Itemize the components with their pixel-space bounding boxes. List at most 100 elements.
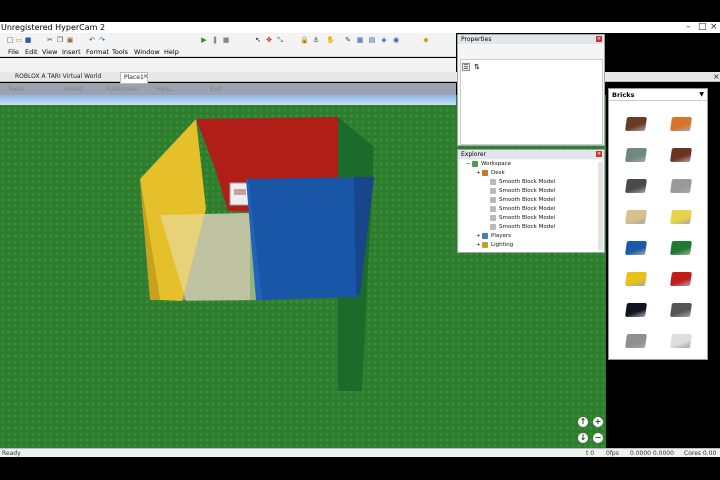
bricks-panel: Bricks ▼ (608, 88, 708, 360)
surface-icon[interactable]: ◈ (380, 36, 388, 44)
status-t: t 0 (586, 450, 595, 457)
redo-icon[interactable]: ↷ (98, 36, 106, 44)
explorer-item[interactable]: Smooth Block Model (484, 214, 555, 223)
lock-icon[interactable]: 🔒 (300, 36, 309, 44)
new-file-icon[interactable]: □ (6, 36, 14, 44)
menu-insert[interactable]: Insert (62, 48, 81, 57)
brick-swatch[interactable] (625, 272, 647, 286)
menu-edit[interactable]: Edit (25, 48, 38, 57)
properties-grid[interactable] (460, 59, 603, 145)
explorer-item[interactable]: + Desk (476, 169, 505, 178)
gui-tools-button[interactable]: Tools (8, 83, 24, 95)
model-icon (490, 214, 496, 221)
explorer-item[interactable]: + Lighting (476, 241, 513, 250)
menu-file[interactable]: File (8, 48, 19, 57)
bricks-title: Bricks (609, 89, 707, 101)
sort-alphabetical-icon[interactable]: ⇅ (474, 63, 480, 71)
model-icon (482, 169, 488, 176)
explorer-item-label: Smooth Block Model (499, 215, 556, 221)
explorer-item[interactable]: Smooth Block Model (484, 187, 555, 196)
explorer-item[interactable]: + Players (476, 232, 511, 241)
status-cores: Cores 0.00 (684, 450, 717, 457)
model-icon (490, 187, 496, 194)
brick-swatch[interactable] (670, 241, 692, 255)
anchor-icon[interactable]: ⚓ (312, 36, 320, 44)
model-icon (482, 232, 488, 239)
brick-swatch[interactable] (670, 179, 692, 193)
play-icon[interactable]: ▶ (200, 36, 208, 44)
brick-swatch[interactable] (625, 334, 647, 348)
undo-icon[interactable]: ↶ (88, 36, 96, 44)
status-bar: Ready t 0 0fps 0.0000 0.0000 Cores 0.00 (0, 448, 720, 457)
status-fps: 0fps (606, 450, 619, 457)
camera-down-icon[interactable]: ↓ (578, 433, 588, 443)
brick-swatch[interactable] (625, 179, 647, 193)
explorer-close-icon[interactable]: × (596, 151, 602, 157)
menu-format[interactable]: Format (86, 48, 109, 57)
gui-help-button[interactable]: Help... (156, 83, 177, 95)
menu-tools[interactable]: Tools (112, 48, 128, 57)
fill-icon[interactable]: ◆ (422, 36, 430, 44)
open-icon[interactable]: ▭ (15, 36, 23, 44)
viewport-close-icon[interactable]: × (710, 72, 720, 82)
cut-icon[interactable]: ✂ (46, 36, 54, 44)
pause-icon[interactable]: ❚ (211, 36, 219, 44)
ungroup-icon[interactable]: ▤ (368, 36, 376, 44)
brick-swatch[interactable] (670, 334, 692, 348)
brick-swatch[interactable] (670, 303, 692, 317)
gui-fullscreen-button[interactable]: Fullscreen (106, 83, 139, 95)
properties-close-icon[interactable]: × (596, 36, 602, 42)
select-tool-icon[interactable]: ↖ (254, 36, 262, 44)
title-bar: Unregistered HyperCam 2 – □ × (0, 22, 720, 33)
explorer-title: Explorer (458, 150, 604, 159)
brick-swatch[interactable] (625, 148, 647, 162)
explorer-item[interactable]: Smooth Block Model (484, 178, 555, 187)
explorer-item[interactable]: − Workspace (466, 160, 511, 169)
drag-icon[interactable]: ✋ (326, 36, 335, 44)
gui-insert-button[interactable]: Insert (64, 83, 83, 95)
menu-help[interactable]: Help (164, 48, 179, 57)
menu-view[interactable]: View (42, 48, 57, 57)
close-icon[interactable]: × (710, 22, 718, 33)
window-title: Unregistered HyperCam 2 (1, 23, 106, 32)
brick-swatch[interactable] (625, 210, 647, 224)
3d-viewport[interactable]: ↑ + ↓ − (0, 95, 606, 448)
explorer-item[interactable]: Smooth Block Model (484, 196, 555, 205)
bricks-dropdown-icon[interactable]: ▼ (699, 91, 704, 98)
status-coords: 0.0000 0.0000 (630, 450, 674, 457)
brick-swatch[interactable] (670, 117, 692, 131)
explorer-item[interactable]: Smooth Block Model (484, 205, 555, 214)
model-icon (490, 196, 496, 203)
save-icon[interactable]: ■ (24, 36, 32, 44)
join-icon[interactable]: ◉ (392, 36, 400, 44)
menu-window[interactable]: Window (134, 48, 160, 57)
explorer-item-label: Smooth Block Model (499, 179, 556, 185)
maximize-icon[interactable]: □ (698, 22, 707, 33)
explorer-item[interactable]: Smooth Block Model (484, 223, 555, 232)
zoom-in-icon[interactable]: + (593, 417, 603, 427)
explorer-item-label: Smooth Block Model (499, 197, 556, 203)
camera-up-icon[interactable]: ↑ (578, 417, 588, 427)
brick-swatch[interactable] (625, 241, 647, 255)
minimize-icon[interactable]: – (686, 22, 691, 33)
paint-icon[interactable]: ✎ (344, 36, 352, 44)
tab-virtual-world[interactable]: ROBLOX A TARI Virtual World Building... (12, 72, 122, 82)
zoom-out-icon[interactable]: − (593, 433, 603, 443)
brick-swatch[interactable] (625, 303, 647, 317)
gui-exit-button[interactable]: Exit (210, 83, 222, 95)
explorer-scrollbar[interactable] (598, 162, 603, 250)
brick-swatch[interactable] (625, 117, 647, 131)
tab-close-icon[interactable]: × (140, 72, 151, 82)
copy-icon[interactable]: ❐ (56, 36, 64, 44)
paste-icon[interactable]: ▣ (66, 36, 74, 44)
toolbar-row-2 (0, 58, 456, 72)
brick-swatch[interactable] (670, 210, 692, 224)
brick-swatch[interactable] (670, 148, 692, 162)
resize-tool-icon[interactable]: ⤡ (276, 36, 284, 44)
stop-icon[interactable]: ■ (222, 36, 230, 44)
categorized-icon[interactable]: ☰ (462, 63, 470, 71)
brick-swatch[interactable] (670, 272, 692, 286)
group-icon[interactable]: ▦ (356, 36, 364, 44)
move-tool-icon[interactable]: ✥ (265, 36, 273, 44)
scene-svg[interactable] (0, 95, 606, 448)
